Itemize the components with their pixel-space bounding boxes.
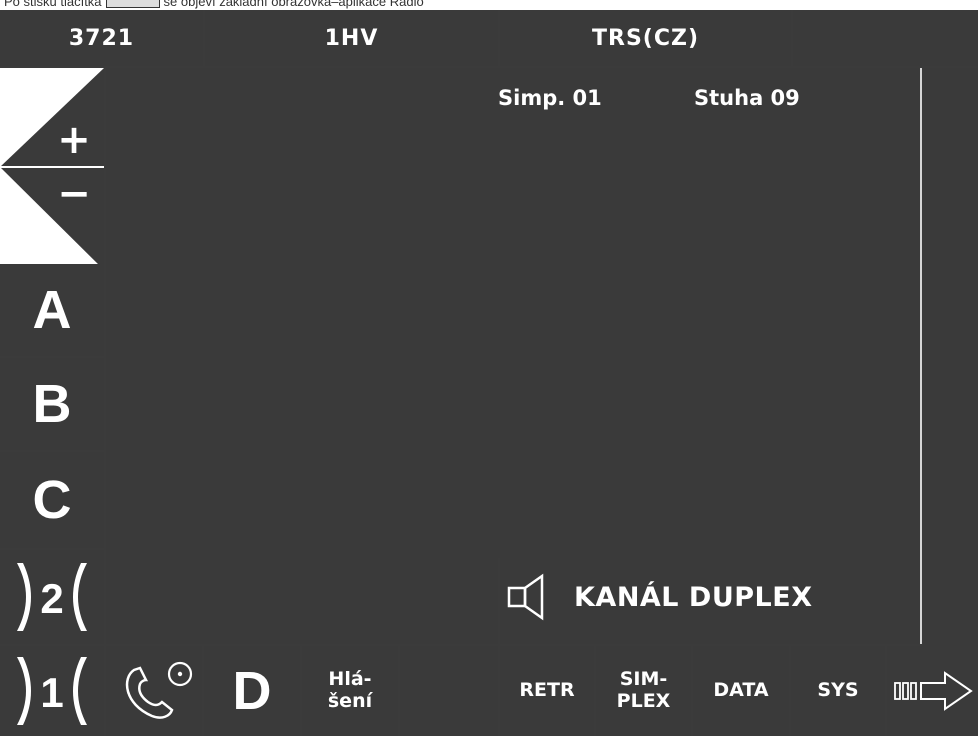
radio-1-button[interactable]: 1 bbox=[0, 646, 104, 736]
empty-slot bbox=[106, 550, 498, 644]
radio-screen: 3721 1HV TRS(CZ) Simp. 01 Stuha 09 + − A… bbox=[0, 10, 978, 736]
channel-a-button[interactable]: A bbox=[0, 264, 104, 356]
ribbon-label: Stuha 09 bbox=[694, 86, 800, 110]
train-number-text: 3721 bbox=[68, 25, 135, 51]
d-label: D bbox=[232, 661, 272, 721]
channel-a-label: A bbox=[32, 280, 72, 340]
zoom-in-button[interactable]: + bbox=[54, 117, 94, 163]
report-button[interactable]: Hlá- šení bbox=[302, 646, 398, 736]
top-train-number: 3721 bbox=[0, 10, 203, 66]
data-label: DATA bbox=[713, 679, 769, 702]
call-button[interactable] bbox=[106, 646, 202, 736]
simplex-channel-label: Simp. 01 bbox=[498, 86, 602, 110]
top-extra bbox=[793, 10, 978, 66]
channel-c-button[interactable]: C bbox=[0, 452, 104, 548]
radio-1-icon: 1 bbox=[17, 657, 87, 725]
zoom-triangle-icon bbox=[0, 68, 104, 270]
report-line-2: šení bbox=[327, 690, 373, 712]
top-vehicle: 1HV bbox=[205, 10, 498, 66]
report-line-1: Hlá- bbox=[328, 668, 372, 691]
button-sample-icon bbox=[105, 0, 160, 9]
next-arrow-icon bbox=[893, 671, 973, 711]
caption-before: Po stisku tlačítka bbox=[4, 0, 102, 9]
simplex-line-2: PLEX bbox=[616, 690, 671, 712]
sys-label: SYS bbox=[817, 679, 859, 702]
svg-text:2: 2 bbox=[40, 575, 63, 622]
channel-b-button[interactable]: B bbox=[0, 358, 104, 450]
d-button[interactable]: D bbox=[204, 646, 300, 736]
top-system: TRS(CZ) bbox=[500, 10, 791, 66]
radio-2-icon: 2 bbox=[17, 563, 87, 631]
page-caption: Po stisku tlačítka se objeví základní obr… bbox=[4, 0, 424, 10]
vehicle-text: 1HV bbox=[324, 25, 379, 51]
speaker-icon bbox=[507, 573, 544, 621]
system-text: TRS(CZ) bbox=[592, 25, 699, 51]
simplex-line-1: SIM- bbox=[619, 668, 668, 691]
simplex-button[interactable]: SIM- PLEX bbox=[596, 646, 691, 736]
channel-mode-label: KANÁL DUPLEX bbox=[574, 582, 813, 613]
right-slot bbox=[922, 550, 978, 644]
sys-button[interactable]: SYS bbox=[791, 646, 885, 736]
main-display bbox=[106, 68, 920, 558]
svg-text:1: 1 bbox=[40, 669, 63, 716]
retr-label: RETR bbox=[519, 679, 575, 702]
radio-2-button[interactable]: 2 bbox=[0, 550, 104, 644]
channel-b-label: B bbox=[32, 374, 72, 434]
phone-call-icon bbox=[125, 661, 193, 719]
channel-c-label: C bbox=[32, 470, 72, 530]
zoom-panel: + − bbox=[0, 68, 104, 270]
next-page-button[interactable] bbox=[887, 646, 978, 736]
divider-right bbox=[920, 68, 922, 644]
caption-after: se objeví základní obrazovka–aplikace Rá… bbox=[163, 0, 424, 9]
data-button[interactable]: DATA bbox=[693, 646, 789, 736]
zoom-out-button[interactable]: − bbox=[54, 171, 94, 217]
retr-button[interactable]: RETR bbox=[500, 646, 594, 736]
empty-bottom-slot bbox=[400, 646, 498, 736]
